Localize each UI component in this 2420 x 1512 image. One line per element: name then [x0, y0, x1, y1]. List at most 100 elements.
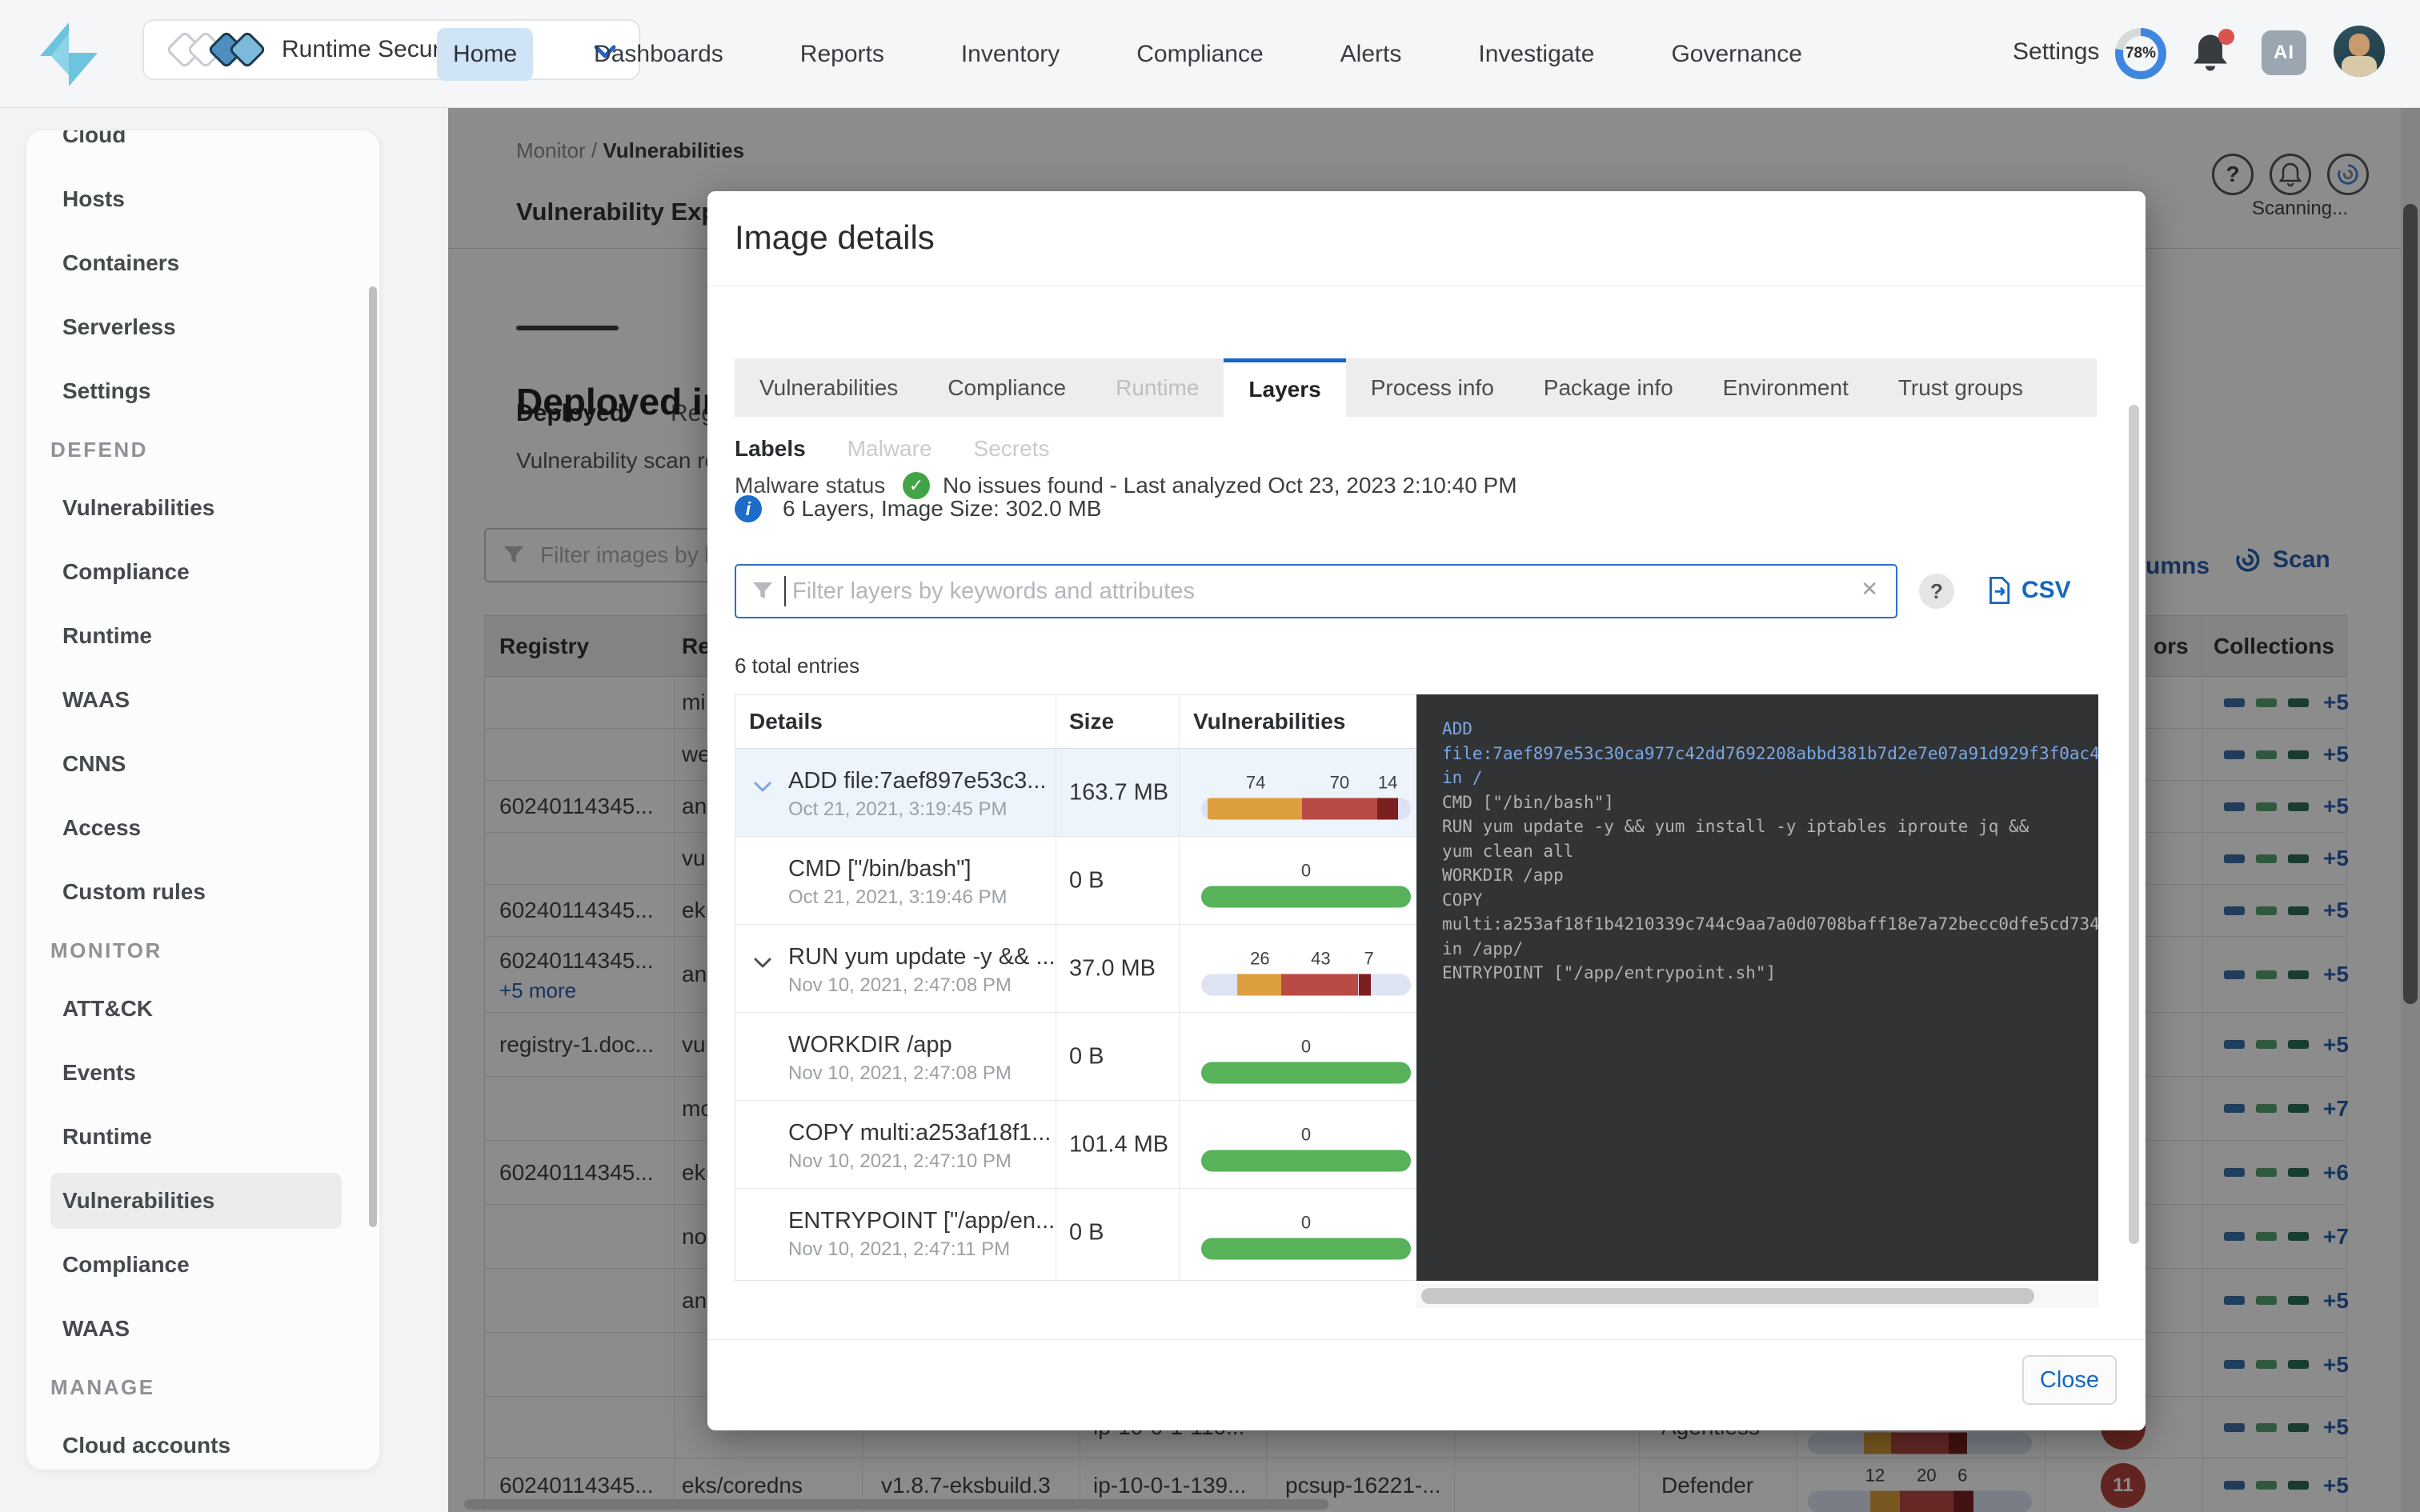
layer-command: RUN yum update -y && ...	[788, 944, 1056, 970]
sidebar-item-waas[interactable]: WAAS	[26, 1297, 379, 1361]
sidebar-item-runtime[interactable]: Runtime	[26, 604, 379, 668]
col-size[interactable]: Size	[1069, 709, 1114, 734]
bar-count-label: 14	[1378, 772, 1397, 793]
modal-tab-runtime: Runtime	[1091, 358, 1224, 417]
high-segment	[1302, 798, 1377, 819]
layer-command: ENTRYPOINT ["/app/en...	[788, 1208, 1055, 1234]
dockerfile-hscroll-track[interactable]	[1416, 1284, 2098, 1308]
text-caret	[784, 576, 786, 606]
csv-export-button[interactable]: CSV	[1986, 577, 2071, 604]
sidebar-item-cnns[interactable]: CNNS	[26, 732, 379, 796]
critical-segment	[1377, 798, 1398, 819]
modal-subtabs: Labels Malware Secrets	[735, 436, 1049, 462]
nav-item-governance[interactable]: Governance	[1655, 28, 1817, 81]
sidebar-item-events[interactable]: Events	[26, 1041, 379, 1105]
close-button[interactable]: Close	[2022, 1355, 2117, 1405]
modal-subtab-malware: Malware	[847, 436, 932, 462]
medium-segment	[1237, 974, 1281, 995]
sidebar-item-compliance[interactable]: Compliance	[26, 540, 379, 604]
sidebar-section-monitor: MONITOR	[26, 924, 379, 977]
user-avatar[interactable]	[2334, 26, 2385, 77]
modal-tab-compliance[interactable]: Compliance	[923, 358, 1091, 417]
bar-count-label: 0	[1301, 1124, 1311, 1145]
sidebar-item-waas[interactable]: WAAS	[26, 668, 379, 732]
layer-command: CMD ["/bin/bash"]	[788, 856, 972, 882]
nav-item-reports[interactable]: Reports	[784, 28, 900, 81]
sidebar-section-defend: DEFEND	[26, 423, 379, 476]
notifications-button[interactable]	[2191, 32, 2233, 77]
modal-scrollbar-thumb[interactable]	[2129, 405, 2139, 1244]
modal-subtab-secrets: Secrets	[974, 436, 1050, 462]
sidebar-item-settings[interactable]: Settings	[26, 359, 379, 423]
sidebar-item-vulnerabilities[interactable]: Vulnerabilities	[50, 1173, 342, 1229]
severity-bar-track	[1201, 1062, 1411, 1083]
severity-bar-track	[1201, 798, 1411, 819]
sidebar-item-runtime[interactable]: Runtime	[26, 1105, 379, 1169]
settings-link[interactable]: Settings	[2013, 38, 2099, 66]
modal-tab-package-info[interactable]: Package info	[1519, 358, 1698, 417]
sidebar: CloudHostsContainersServerlessSettingsDE…	[26, 130, 380, 1470]
malware-status-value: No issues found - Last analyzed Oct 23, …	[943, 473, 1517, 498]
sidebar-item-hosts[interactable]: Hosts	[26, 167, 379, 231]
dockerfile-line: CMD ["/bin/bash"]	[1442, 790, 2073, 815]
bar-count-label: 43	[1311, 948, 1330, 969]
sidebar-scrollbar-thumb[interactable]	[369, 286, 377, 1227]
dockerfile-line: yum clean all	[1442, 839, 2073, 864]
col-details[interactable]: Details	[749, 709, 823, 734]
nav-item-home[interactable]: Home	[437, 28, 533, 81]
bar-count-label: 74	[1246, 772, 1265, 793]
layer-size: 0 B	[1069, 1043, 1104, 1070]
layer-date: Nov 10, 2021, 2:47:10 PM	[788, 1150, 1012, 1173]
nav-item-alerts[interactable]: Alerts	[1324, 28, 1418, 81]
severity-bar-track	[1201, 974, 1411, 995]
layers-filter-input[interactable]: Filter layers by keywords and attributes…	[735, 564, 1897, 618]
expand-chevron-icon[interactable]	[753, 957, 772, 973]
nav-item-inventory[interactable]: Inventory	[945, 28, 1076, 81]
sidebar-item-serverless[interactable]: Serverless	[26, 295, 379, 359]
column-divider	[1179, 695, 1180, 1280]
sidebar-item-cloud[interactable]: Cloud	[26, 130, 379, 167]
usage-ring[interactable]: 78%	[2115, 28, 2166, 79]
sidebar-item-containers[interactable]: Containers	[26, 231, 379, 295]
layer-date: Nov 10, 2021, 2:47:08 PM	[788, 1062, 1012, 1085]
vulnerability-bar: 0	[1201, 858, 1411, 907]
nav-item-dashboards[interactable]: Dashboards	[578, 28, 739, 81]
modal-subtab-labels[interactable]: Labels	[735, 436, 806, 462]
sidebar-item-custom-rules[interactable]: Custom rules	[26, 860, 379, 924]
modal-tab-trust-groups[interactable]: Trust groups	[1873, 358, 2048, 417]
modal-tab-process-info[interactable]: Process info	[1346, 358, 1519, 417]
clear-filter-icon[interactable]: ✕	[1861, 577, 1878, 602]
app-root: Monitor / Vulnerabilities Vulnerability …	[0, 0, 2420, 1512]
dockerfile-line: RUN yum update -y && yum install -y ipta…	[1442, 814, 2073, 839]
high-segment	[1281, 974, 1359, 995]
severity-bar-track	[1201, 1238, 1411, 1259]
sidebar-item-access[interactable]: Access	[26, 796, 379, 860]
malware-status-row: Malware status ✓ No issues found - Last …	[735, 471, 1517, 500]
sidebar-item-compliance[interactable]: Compliance	[26, 1233, 379, 1297]
layer-size: 37.0 MB	[1069, 955, 1156, 982]
vulnerability-bar: 0	[1201, 1034, 1411, 1083]
layer-command: ADD file:7aef897e53c3...	[788, 768, 1046, 794]
modal-tab-layers[interactable]: Layers	[1224, 358, 1345, 417]
bar-count-label: 0	[1301, 1036, 1311, 1057]
clean-segment	[1201, 1062, 1411, 1083]
check-circle-icon: ✓	[903, 472, 930, 499]
nav-item-compliance[interactable]: Compliance	[1120, 28, 1279, 81]
nav-item-investigate[interactable]: Investigate	[1462, 28, 1610, 81]
vulnerability-bar: 0	[1201, 1122, 1411, 1171]
sidebar-item-att-ck[interactable]: ATT&CK	[26, 977, 379, 1041]
dockerfile-line: in /app/	[1442, 937, 2073, 962]
col-vulnerabilities[interactable]: Vulnerabilities	[1193, 709, 1345, 734]
modal-tab-vulnerabilities[interactable]: Vulnerabilities	[735, 358, 923, 417]
sidebar-item-vulnerabilities[interactable]: Vulnerabilities	[26, 476, 379, 540]
dockerfile-hscroll-thumb[interactable]	[1421, 1288, 2034, 1304]
ai-assistant-button[interactable]: AI	[2262, 30, 2306, 75]
modal-tabs: VulnerabilitiesComplianceRuntimeLayersPr…	[735, 358, 2097, 417]
severity-bar-track	[1201, 1150, 1411, 1171]
primary-nav: Home Dashboards Reports Inventory Compliance…	[437, 0, 1818, 108]
filter-help-button[interactable]: ?	[1919, 574, 1954, 609]
expand-chevron-icon[interactable]	[753, 781, 772, 797]
sidebar-item-cloud-accounts[interactable]: Cloud accounts	[26, 1414, 379, 1470]
prisma-cloud-logo[interactable]	[38, 22, 99, 86]
modal-tab-environment[interactable]: Environment	[1698, 358, 1873, 417]
